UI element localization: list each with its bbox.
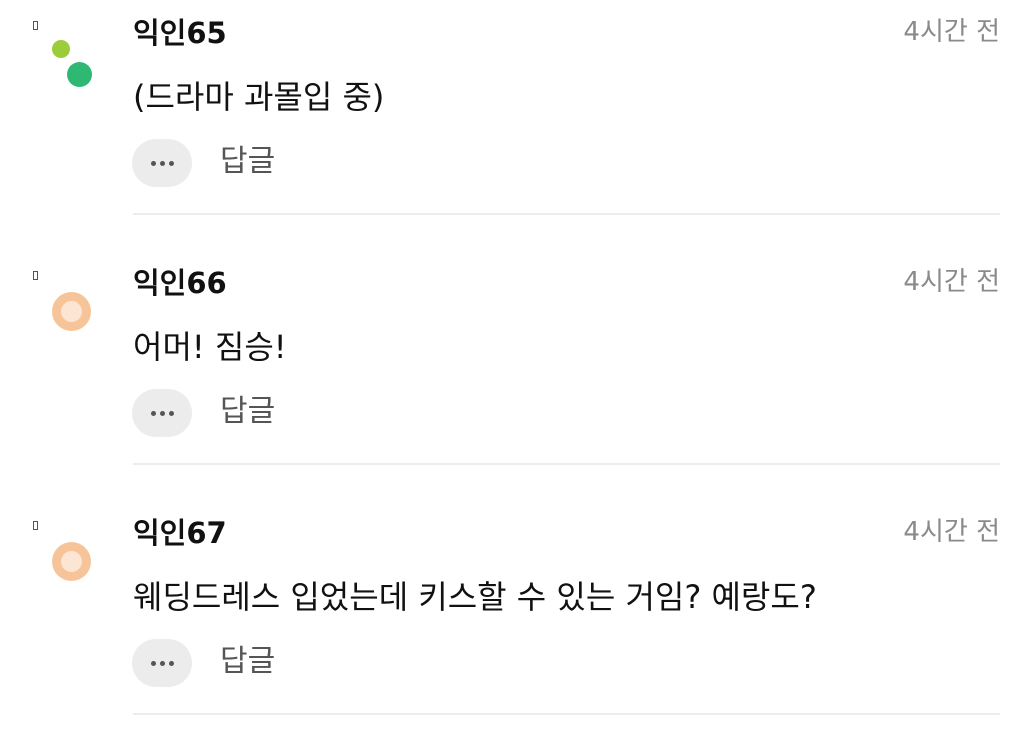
comment-text: 웨딩드레스 입었는데 키스할 수 있는 거임? 예랑도?: [133, 578, 817, 616]
avatar[interactable]: [52, 542, 91, 581]
divider: [133, 463, 1000, 465]
comment-item: 익인65 4시간 전 (드라마 과몰입 중) 답글: [0, 0, 1024, 250]
comment-timestamp: 4시간 전: [903, 17, 1000, 47]
comment-timestamp: 4시간 전: [903, 267, 1000, 297]
divider: [133, 713, 1000, 715]
avatar[interactable]: [50, 38, 94, 88]
marker-icon: [33, 521, 38, 530]
divider: [133, 213, 1000, 215]
more-dot-icon: [168, 410, 174, 416]
reply-button[interactable]: 답글: [220, 640, 275, 684]
more-options-button[interactable]: [132, 639, 192, 687]
marker-icon: [33, 21, 38, 30]
comment-text: 어머! 짐승!: [133, 328, 287, 366]
comment-timestamp: 4시간 전: [903, 517, 1000, 547]
comment-nickname[interactable]: 익인67: [133, 514, 227, 552]
more-options-button[interactable]: [132, 139, 192, 187]
avatar-dot-dark: [67, 62, 92, 87]
reply-button[interactable]: 답글: [220, 140, 275, 184]
marker-icon: [33, 271, 38, 280]
more-dot-icon: [150, 410, 156, 416]
more-dot-icon: [168, 660, 174, 666]
reply-button[interactable]: 답글: [220, 390, 275, 434]
more-dot-icon: [159, 160, 165, 166]
comment-item: 익인67 4시간 전 웨딩드레스 입었는데 키스할 수 있는 거임? 예랑도? …: [0, 500, 1024, 750]
more-dot-icon: [168, 160, 174, 166]
comment-nickname[interactable]: 익인66: [133, 264, 227, 302]
comment-item: 익인66 4시간 전 어머! 짐승! 답글: [0, 250, 1024, 500]
more-dot-icon: [150, 160, 156, 166]
more-dot-icon: [159, 410, 165, 416]
more-options-button[interactable]: [132, 389, 192, 437]
comment-text: (드라마 과몰입 중): [133, 78, 385, 116]
avatar-dot-light: [52, 40, 70, 58]
more-dot-icon: [150, 660, 156, 666]
more-dot-icon: [159, 660, 165, 666]
comment-nickname[interactable]: 익인65: [133, 14, 227, 52]
avatar[interactable]: [52, 292, 91, 331]
